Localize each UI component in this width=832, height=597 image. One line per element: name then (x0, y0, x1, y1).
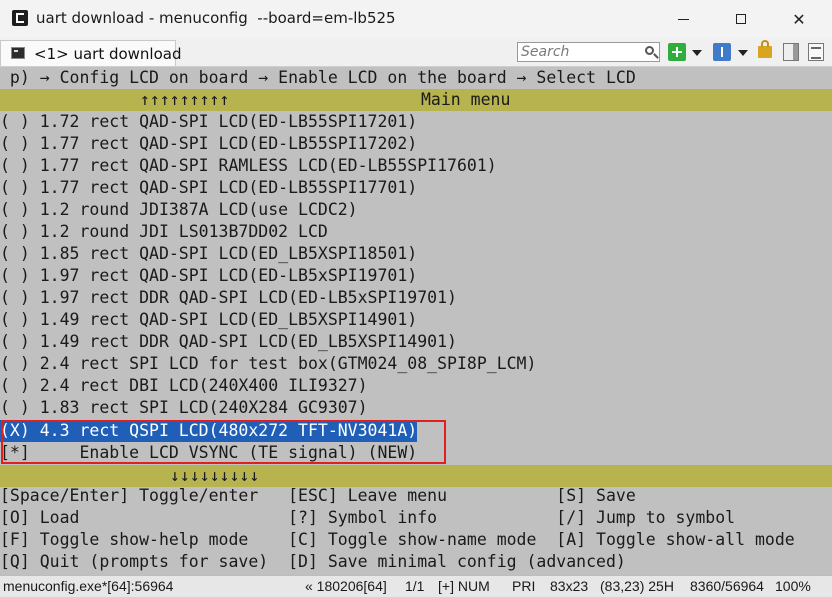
help-line: [Space/Enter] Toggle/enter [ESC] Leave m… (0, 486, 636, 505)
status-size: 83x23 (550, 578, 589, 594)
search-input[interactable]: Search (517, 42, 660, 62)
app-icon (12, 10, 28, 26)
help-line: [F] Toggle show-help mode [C] Toggle sho… (0, 530, 795, 549)
menu-item[interactable]: ( ) 1.97 rect DDR QAD-SPI LCD(ED-LB5xSPI… (0, 287, 457, 309)
tab-toolbar: <1> uart download (0, 38, 832, 67)
menu-icon[interactable] (808, 43, 824, 61)
breadcrumb: p) → Config LCD on board → Enable LCD on… (0, 68, 636, 87)
status-cursor: (83,23) 25H (600, 578, 674, 594)
maximize-button[interactable] (718, 0, 764, 38)
search-placeholder: Search (521, 44, 570, 60)
search-icon[interactable] (645, 46, 654, 55)
status-pri: PRI (512, 578, 536, 594)
menu-title: Main menu (421, 90, 511, 109)
status-process: menuconfig.exe*[64]:56964 (3, 578, 174, 594)
menu-item[interactable]: ( ) 1.2 round JDI LS013B7DD02 LCD (0, 221, 328, 243)
panel-icon[interactable] (783, 43, 799, 61)
status-bar: menuconfig.exe*[64]:56964 « 180206[64] 1… (0, 575, 832, 597)
info-icon[interactable] (713, 43, 731, 61)
new-console-icon[interactable] (668, 43, 686, 61)
vsync-option-item[interactable]: [*] Enable LCD VSYNC (TE signal) (NEW) (0, 442, 417, 464)
close-icon: ✕ (792, 9, 806, 29)
minimize-button[interactable] (660, 0, 706, 38)
status-build: « 180206[64] (305, 578, 387, 594)
status-insert: [+] NUM (438, 578, 490, 594)
menu-item[interactable]: ( ) 1.77 rect QAD-SPI LCD(ED-LB55SPI1720… (0, 133, 417, 155)
console-icon (11, 47, 25, 59)
status-memory: 8360/56964 (690, 578, 764, 594)
menu-item[interactable]: ( ) 1.77 rect QAD-SPI LCD(ED-LB55SPI1770… (0, 177, 417, 199)
bottom-bar (0, 465, 832, 487)
chevron-down-icon[interactable] (738, 50, 748, 56)
scroll-up-indicator: ↑↑↑↑↑↑↑↑↑ (140, 90, 230, 109)
window-title: uart download - menuconfig --board=em-lb… (36, 9, 396, 27)
menu-item[interactable]: ( ) 1.49 rect DDR QAD-SPI LCD(ED_LB5XSPI… (0, 331, 457, 353)
maximize-icon (736, 14, 746, 24)
menu-item[interactable]: ( ) 1.97 rect QAD-SPI LCD(ED-LB5xSPI1970… (0, 265, 417, 287)
menu-item[interactable]: ( ) 1.72 rect QAD-SPI LCD(ED-LB55SPI1720… (0, 111, 417, 133)
menu-item[interactable]: ( ) 1.85 rect QAD-SPI LCD(ED_LB5XSPI1850… (0, 243, 417, 265)
menu-item[interactable]: ( ) 1.83 rect SPI LCD(240X284 GC9307) (0, 397, 368, 419)
menu-item[interactable]: ( ) 2.4 rect DBI LCD(240X400 ILI9327) (0, 375, 368, 397)
help-line: [Q] Quit (prompts for save) [D] Save min… (0, 552, 626, 571)
menu-item[interactable]: ( ) 1.77 rect QAD-SPI RAMLESS LCD(ED-LB5… (0, 155, 497, 177)
close-button[interactable]: ✕ (776, 0, 822, 38)
minimize-icon (677, 18, 689, 20)
lock-icon[interactable] (758, 40, 772, 58)
tab-uart-download[interactable]: <1> uart download (0, 40, 182, 66)
terminal[interactable]: p) → Config LCD on board → Enable LCD on… (0, 67, 832, 575)
status-zoom: 100% (775, 578, 811, 594)
menu-item[interactable]: ( ) 1.49 rect QAD-SPI LCD(ED_LB5XSPI1490… (0, 309, 417, 331)
help-line: [O] Load [?] Symbol info [/] Jump to sym… (0, 508, 736, 527)
menu-item[interactable]: ( ) 2.4 rect SPI LCD for test box(GTM024… (0, 353, 536, 375)
chevron-down-icon[interactable] (692, 50, 702, 56)
menu-item[interactable]: ( ) 1.2 round JDI387A LCD(use LCDC2) (0, 199, 358, 221)
scroll-down-indicator: ↓↓↓↓↓↓↓↓↓ (170, 466, 260, 485)
menu-title-bar (0, 89, 832, 111)
status-page: 1/1 (405, 578, 425, 594)
selected-menu-item[interactable]: (X) 4.3 rect QSPI LCD(480x272 TFT-NV3041… (0, 420, 418, 442)
title-bar: uart download - menuconfig --board=em-lb… (0, 0, 832, 39)
tab-label: <1> uart download (34, 45, 182, 63)
